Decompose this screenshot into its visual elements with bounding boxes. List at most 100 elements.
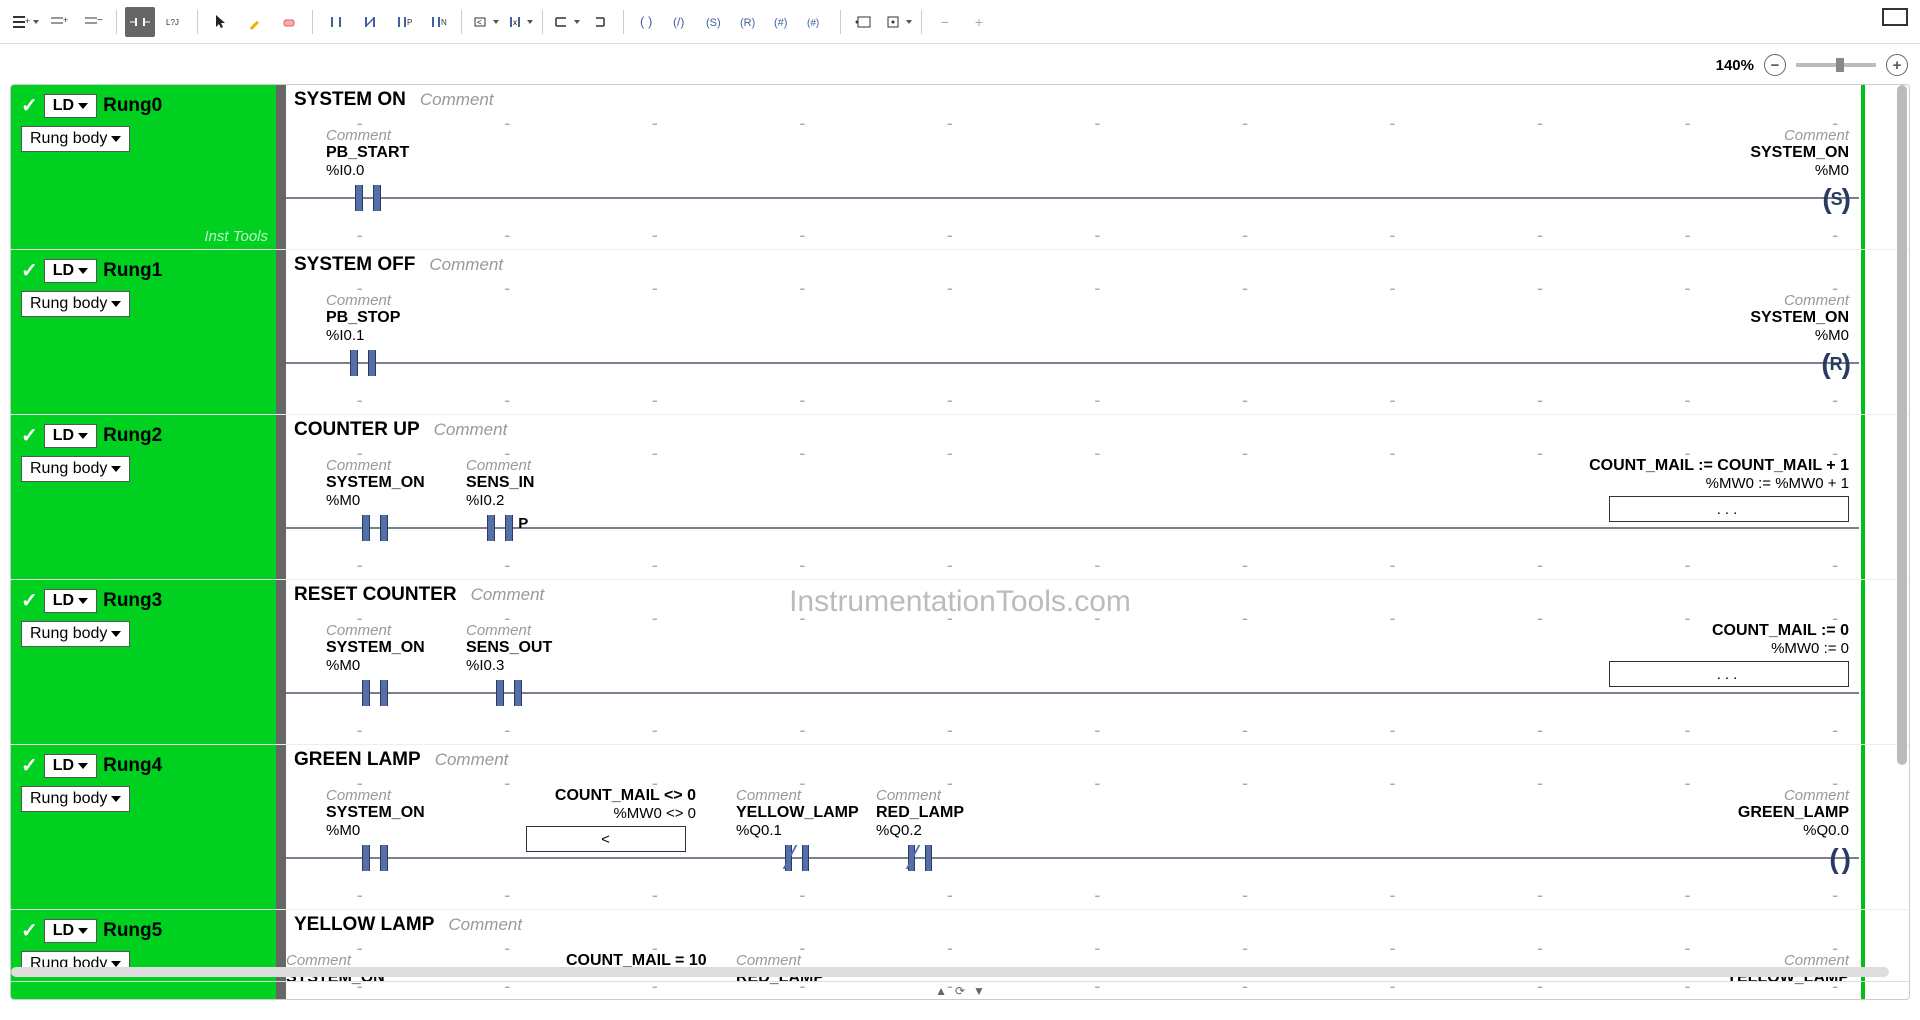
lang-select[interactable]: LD [44, 754, 97, 778]
elem-comment[interactable]: Comment [326, 292, 400, 309]
elem-tag[interactable]: SYSTEM_ON [1750, 309, 1849, 327]
tool-branch-close[interactable] [585, 7, 615, 37]
tool-add-rung[interactable]: + [10, 7, 40, 37]
tool-add-branch[interactable]: + [44, 7, 74, 37]
elem-tag[interactable]: SYSTEM_ON [326, 474, 425, 492]
rung-body-select[interactable]: Rung body [21, 291, 130, 317]
elem-tag[interactable]: COUNT_MAIL := 0 [1609, 622, 1849, 640]
tool-eraser[interactable] [274, 7, 304, 37]
tool-contact-no[interactable] [321, 7, 351, 37]
tool-contact-nc[interactable] [355, 7, 385, 37]
rung-body-select[interactable]: Rung body [21, 786, 130, 812]
elem-comment[interactable]: Comment [1750, 292, 1849, 309]
elem-tag[interactable]: YELLOW_LAMP [736, 804, 859, 822]
tool-coil-reset[interactable]: (R) [734, 7, 764, 37]
tool-contact-dark[interactable] [125, 7, 155, 37]
tool-contact-p[interactable]: P [389, 7, 419, 37]
elem-tag[interactable]: RED_LAMP [876, 804, 964, 822]
contact[interactable]: Comment SENS_IN %I0.2 P [466, 457, 534, 543]
tool-call[interactable] [883, 7, 913, 37]
maximize-icon[interactable] [1882, 8, 1908, 26]
contact[interactable]: Comment SYSTEM_ON %M0 [326, 787, 425, 873]
rung-canvas[interactable]: SYSTEM OFF Comment----------------------… [286, 250, 1909, 414]
tool-compare[interactable]: x [504, 7, 534, 37]
contact[interactable]: Comment PB_STOP %I0.1 [326, 292, 400, 378]
horizontal-scrollbar[interactable] [11, 965, 1889, 979]
lang-select[interactable]: LD [44, 424, 97, 448]
footer-collapse[interactable]: ▲ ⟳ ▼ [11, 981, 1909, 999]
tool-pencil[interactable] [240, 7, 270, 37]
tool-block[interactable] [849, 7, 879, 37]
rung-canvas[interactable]: GREEN LAMP Comment----------------------… [286, 745, 1909, 909]
vertical-scrollbar[interactable] [1893, 85, 1907, 959]
elem-tag[interactable]: SENS_OUT [466, 639, 552, 657]
elem-tag[interactable]: COUNT_MAIL <> 0 [496, 787, 696, 805]
elem-tag[interactable]: SYSTEM_ON [326, 804, 425, 822]
tool-coil-falling[interactable]: (#) [802, 7, 832, 37]
coil[interactable]: Comment GREEN_LAMP %Q0.0 ( ) [1738, 787, 1849, 875]
elem-tag[interactable]: GREEN_LAMP [1738, 804, 1849, 822]
tool-cursor[interactable] [206, 7, 236, 37]
lang-select[interactable]: LD [44, 589, 97, 613]
elem-comment[interactable]: Comment [326, 457, 425, 474]
zoom-in-button[interactable]: + [1886, 54, 1908, 76]
title-comment-placeholder[interactable]: Comment [420, 90, 494, 110]
refresh-icon[interactable]: ⟳ [955, 984, 965, 998]
operate-box[interactable]: ... [1609, 661, 1849, 687]
elem-comment[interactable]: Comment [466, 622, 552, 639]
lang-select[interactable]: LD [44, 919, 97, 943]
elem-tag[interactable]: COUNT_MAIL := COUNT_MAIL + 1 [1589, 457, 1849, 475]
compare-box[interactable]: < [526, 826, 686, 852]
rung-canvas[interactable]: SYSTEM ON Comment---------------------- … [286, 85, 1909, 249]
operate-box[interactable]: ... [1609, 496, 1849, 522]
contact[interactable]: Comment YELLOW_LAMP %Q0.1 [736, 787, 859, 873]
tool-jump[interactable]: < [470, 7, 500, 37]
elem-tag[interactable]: SYSTEM_ON [1750, 144, 1849, 162]
elem-tag[interactable]: SYSTEM_ON [326, 639, 425, 657]
title-comment-placeholder[interactable]: Comment [471, 585, 545, 605]
coil[interactable]: Comment SYSTEM_ON %M0 (S) [1750, 127, 1849, 215]
elem-comment[interactable]: Comment [326, 787, 425, 804]
elem-comment[interactable]: Comment [876, 787, 964, 804]
tool-branch[interactable] [551, 7, 581, 37]
zoom-slider[interactable] [1796, 63, 1876, 67]
operate-block[interactable]: COUNT_MAIL := COUNT_MAIL + 1 %MW0 := %MW… [1589, 457, 1849, 522]
title-comment-placeholder[interactable]: Comment [429, 255, 503, 275]
elem-comment[interactable]: Comment [466, 457, 534, 474]
tool-coil-neg[interactable]: (/) [666, 7, 696, 37]
lang-select[interactable]: LD [44, 94, 97, 118]
elem-tag[interactable]: PB_START [326, 144, 409, 162]
elem-comment[interactable]: Comment [736, 787, 859, 804]
contact[interactable]: Comment SYSTEM_ON %M0 [326, 622, 425, 708]
expand-down-icon[interactable]: ▼ [973, 984, 985, 998]
rung-body-select[interactable]: Rung body [21, 456, 130, 482]
elem-comment[interactable]: Comment [1750, 127, 1849, 144]
tool-return[interactable]: L?J [159, 7, 189, 37]
contact[interactable]: Comment SENS_OUT %I0.3 [466, 622, 552, 708]
tool-delete-rung[interactable]: − [78, 7, 108, 37]
operate-block[interactable]: COUNT_MAIL := 0 %MW0 := 0 ... [1609, 622, 1849, 687]
rung-body-select[interactable]: Rung body [21, 621, 130, 647]
title-comment-placeholder[interactable]: Comment [448, 915, 522, 935]
tool-coil[interactable]: ( ) [632, 7, 662, 37]
tool-coil-rising[interactable]: (#) [768, 7, 798, 37]
elem-comment[interactable]: Comment [326, 622, 425, 639]
tool-contact-n[interactable]: N [423, 7, 453, 37]
contact[interactable]: Comment SYSTEM_ON %M0 [326, 457, 425, 543]
title-comment-placeholder[interactable]: Comment [434, 420, 508, 440]
tool-zoom-in[interactable]: + [964, 7, 994, 37]
elem-tag[interactable]: PB_STOP [326, 309, 400, 327]
elem-tag[interactable]: SENS_IN [466, 474, 534, 492]
coil[interactable]: Comment SYSTEM_ON %M0 (R) [1750, 292, 1849, 380]
zoom-out-button[interactable]: − [1764, 54, 1786, 76]
elem-comment[interactable]: Comment [326, 127, 409, 144]
contact[interactable]: Comment PB_START %I0.0 [326, 127, 409, 213]
tool-zoom-out[interactable]: − [930, 7, 960, 37]
tool-coil-set[interactable]: (S) [700, 7, 730, 37]
collapse-up-icon[interactable]: ▲ [935, 984, 947, 998]
rung-body-select[interactable]: Rung body [21, 126, 130, 152]
compare-block[interactable]: COUNT_MAIL <> 0 %MW0 <> 0 < [516, 787, 696, 852]
rung-canvas[interactable]: COUNTER UP Comment----------------------… [286, 415, 1909, 579]
contact[interactable]: Comment RED_LAMP %Q0.2 [876, 787, 964, 873]
elem-comment[interactable]: Comment [1738, 787, 1849, 804]
